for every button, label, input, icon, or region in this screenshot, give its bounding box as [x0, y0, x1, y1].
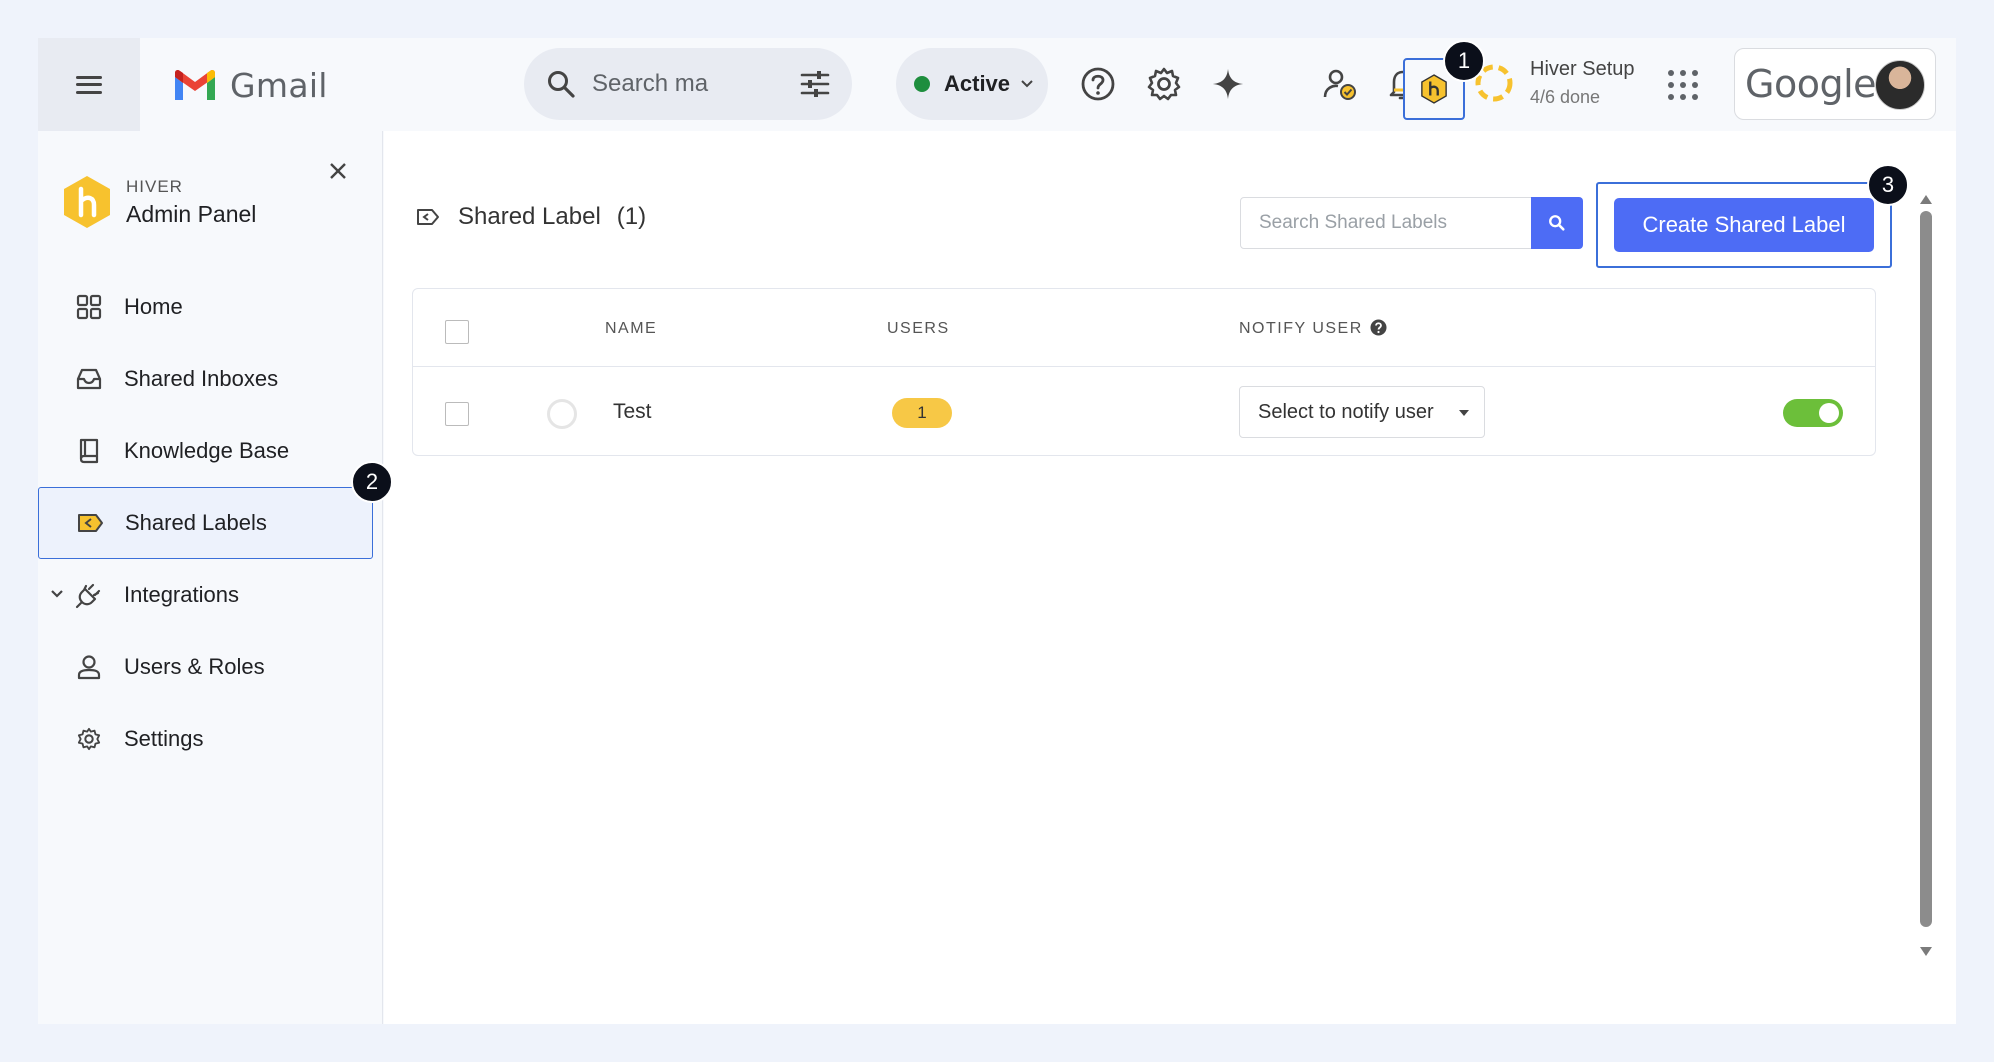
sidebar-item-label: Knowledge Base [124, 438, 290, 463]
mail-search-bar[interactable]: Search ma [524, 48, 852, 120]
chevron-down-icon[interactable] [50, 589, 64, 599]
hamburger-icon [76, 75, 102, 94]
avatar [1875, 60, 1925, 110]
shared-labels-search-input[interactable]: Search Shared Labels [1240, 197, 1532, 249]
notify-user-value: Select to notify user [1258, 400, 1434, 423]
gmail-m-icon [175, 69, 215, 100]
search-options-icon[interactable] [800, 70, 830, 98]
book-icon [74, 436, 104, 466]
shared-label-outline-icon [417, 209, 439, 225]
sidebar-item-label: Shared Inboxes [124, 366, 279, 391]
column-header-name[interactable]: NAME [605, 320, 657, 338]
hiver-setup-title: Hiver Setup [1530, 58, 1635, 80]
scroll-down-arrow-icon[interactable] [1920, 947, 1932, 956]
sidebar-item-settings[interactable]: Settings [38, 703, 383, 775]
toggle-knob [1819, 403, 1839, 423]
close-icon[interactable] [328, 161, 348, 181]
user-icon [74, 652, 104, 682]
caret-down-icon [1459, 410, 1469, 416]
sidebar-item-shared-labels[interactable]: Shared Labels [38, 487, 373, 559]
gmail-logo[interactable]: Gmail [172, 66, 328, 105]
inbox-icon [74, 364, 104, 394]
sidebar-item-label: Users & Roles [124, 654, 265, 679]
admin-nav: Home Shared Inboxes Knowledge Base Share… [38, 271, 383, 775]
panel-title: Admin Panel [126, 200, 257, 227]
sparkle-icon[interactable] [1208, 64, 1248, 104]
step-marker: 1 [1443, 40, 1485, 82]
sidebar-item-label: Integrations [124, 582, 239, 607]
scrollbar-thumb[interactable] [1920, 211, 1932, 927]
step-marker: 2 [351, 461, 393, 503]
sidebar-item-users-roles[interactable]: Users & Roles [38, 631, 383, 703]
google-account-button[interactable]: Google [1734, 48, 1936, 120]
sidebar-item-integrations[interactable]: Integrations [38, 559, 383, 631]
label-count: (1) [616, 203, 647, 230]
notify-user-dropdown[interactable]: Select to notify user [1239, 386, 1485, 438]
status-dot [914, 76, 930, 92]
sidebar-item-shared-inboxes[interactable]: Shared Inboxes [38, 343, 383, 415]
search-icon [1549, 215, 1565, 231]
step-marker: 3 [1867, 164, 1909, 206]
sidebar-item-label: Settings [124, 726, 204, 751]
shared-labels-search-button[interactable] [1531, 197, 1583, 249]
scroll-up-arrow-icon[interactable] [1920, 195, 1932, 204]
plug-icon [74, 580, 104, 610]
hiver-brand: HIVER Admin Panel [62, 175, 256, 229]
grid-icon [74, 292, 104, 322]
table-header: NAME USERS NOTIFY USER [413, 289, 1875, 367]
google-apps-icon[interactable] [1668, 70, 1698, 100]
users-count-badge[interactable]: 1 [892, 398, 952, 428]
settings-gear-icon[interactable] [1144, 64, 1184, 104]
search-icon [548, 71, 575, 98]
main-menu-button[interactable] [38, 38, 140, 131]
hiver-admin-sidebar: HIVER Admin Panel Home Shared Inboxes Kn… [38, 131, 383, 1024]
page-title: Shared Label [458, 203, 601, 230]
label-enabled-toggle[interactable] [1783, 399, 1843, 427]
create-button-highlight: Create Shared Label [1596, 182, 1892, 268]
google-logo-text: Google [1745, 62, 1877, 106]
sidebar-item-label: Home [124, 294, 183, 319]
hiver-setup-progress[interactable]: Hiver Setup 4/6 done [1474, 58, 1635, 108]
status-dropdown[interactable]: Active [896, 48, 1048, 120]
app-frame: Gmail Search ma Active Hiver Setup 4/6 d… [38, 38, 1956, 1024]
gear-icon [74, 724, 104, 754]
sidebar-item-knowledge-base[interactable]: Knowledge Base [38, 415, 383, 487]
hiver-logo-icon [64, 176, 110, 228]
sidebar-item-home[interactable]: Home [38, 271, 383, 343]
shared-labels-page: Shared Label (1) Search Shared Labels Cr… [384, 131, 1956, 1024]
page-scrollbar[interactable] [1920, 195, 1932, 961]
user-status-icon[interactable] [1320, 64, 1360, 104]
chevron-down-icon [1021, 80, 1033, 88]
shared-label-icon [75, 508, 105, 538]
gmail-logo-text: Gmail [230, 66, 328, 105]
sidebar-item-label: Shared Labels [125, 510, 267, 535]
hiver-setup-count: 4/6 done [1530, 87, 1601, 107]
help-icon[interactable] [1078, 64, 1118, 104]
row-checkbox[interactable] [445, 402, 469, 426]
shared-labels-table: NAME USERS NOTIFY USER Test 1 Select to … [412, 288, 1876, 456]
table-row[interactable]: Test 1 Select to notify user [413, 367, 1875, 457]
hiver-hex-icon [1421, 74, 1447, 104]
label-color-swatch[interactable] [547, 399, 577, 429]
status-label: Active [944, 71, 1011, 96]
brand-small-text: HIVER [126, 176, 183, 196]
gmail-header: Gmail Search ma Active Hiver Setup 4/6 d… [38, 38, 1956, 131]
column-header-users[interactable]: USERS [887, 320, 950, 338]
page-header: Shared Label (1) [416, 203, 646, 231]
column-header-notify-user: NOTIFY USER [1239, 320, 1363, 337]
label-name[interactable]: Test [613, 400, 652, 424]
mail-search-input[interactable]: Search ma [592, 70, 708, 98]
help-info-icon[interactable] [1370, 319, 1387, 336]
select-all-checkbox[interactable] [445, 320, 469, 344]
create-shared-label-button[interactable]: Create Shared Label [1614, 198, 1874, 252]
